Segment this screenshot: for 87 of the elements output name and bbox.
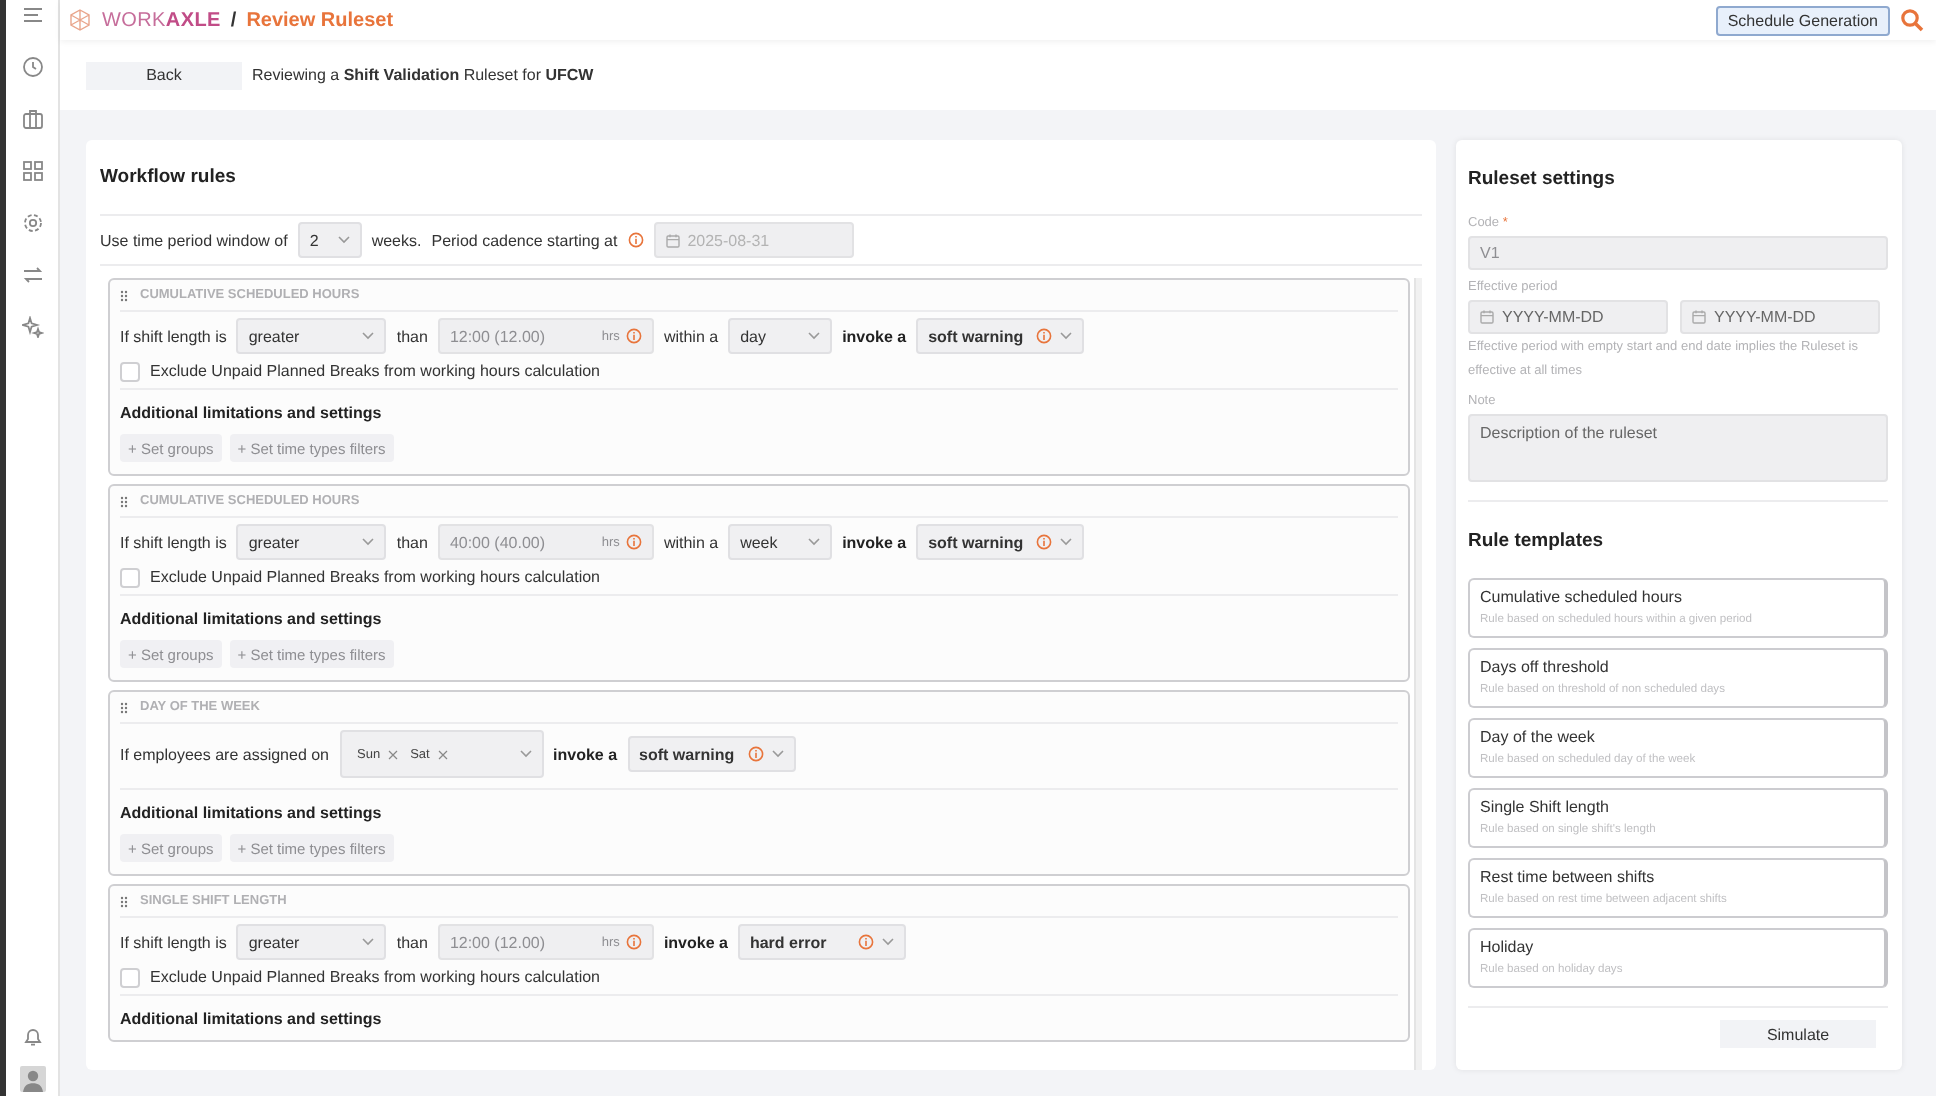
checkbox[interactable] [120,567,140,587]
info-icon [625,534,642,550]
chevron-icon [362,332,375,340]
brand-name: WORKAXLE [102,9,221,31]
condition-label: invoke a [663,933,728,951]
severity-dropdown[interactable]: hard error [737,924,906,960]
dropdown[interactable]: day [728,318,833,354]
calendar-icon [1480,310,1494,324]
bell-icon[interactable] [21,1026,43,1048]
dropdown[interactable]: greater [236,924,387,960]
dropdown[interactable]: greater [236,524,387,560]
chevron-icon [808,538,821,546]
drag-handle-icon[interactable] [120,701,128,713]
severity-dropdown[interactable]: soft warning [627,736,796,772]
info-icon [1036,328,1053,344]
calendar-icon [1692,310,1706,324]
chevron-icon [881,938,894,946]
checkbox-label: Exclude Unpaid Planned Breaks from working hours calculation [150,362,601,380]
search-icon[interactable] [1900,8,1924,32]
chevron-icon [1060,538,1073,546]
panel-title: Rule templates [1468,527,1606,555]
section-heading: Additional limitations and settings [120,802,384,826]
info-icon [627,232,644,248]
condition-text: within a [663,533,719,551]
drag-handle-icon[interactable] [120,289,128,301]
section-heading: Additional limitations and settings [120,1008,384,1032]
cadence-label: Period cadence starting at [431,231,618,249]
chevron-icon [519,750,532,758]
dropdown[interactable]: week [728,524,833,560]
condition-label: invoke a [842,533,907,551]
condition-text: If shift length is [120,533,227,551]
remove-icon[interactable] [437,749,448,759]
checkbox[interactable] [120,361,140,381]
chevron-icon [362,938,375,946]
chevron-icon [771,750,784,758]
severity-dropdown[interactable]: soft warning [916,318,1085,354]
simulate-button[interactable]: Simulate [1720,1020,1876,1048]
info-icon [857,934,874,950]
calendar-icon [665,233,680,247]
period-label: Use time period window of [100,231,288,249]
condition-text: than [396,327,428,345]
condition-text: If shift length is [120,933,227,951]
condition-text: than [396,533,428,551]
dropdown[interactable]: greater [236,318,387,354]
clock-icon[interactable] [21,56,43,78]
swap-arrows-icon[interactable] [21,264,43,286]
period-window-dropdown[interactable]: 2 [297,222,362,258]
chevron-icon [337,236,350,244]
settings-icon[interactable] [21,212,43,234]
info-icon [747,746,764,762]
logo-icon [68,8,92,32]
info-icon [625,328,642,344]
condition-text: than [396,933,428,951]
breadcrumb-separator: / [230,9,237,31]
briefcase-icon[interactable] [21,108,43,130]
info-icon [625,934,642,950]
drag-handle-icon[interactable] [120,895,128,907]
info-icon [1036,534,1053,550]
avatar-icon[interactable] [19,1066,45,1092]
remove-icon[interactable] [388,749,399,759]
back-button[interactable]: Back [86,61,242,89]
severity-dropdown[interactable]: soft warning [916,524,1085,560]
end-date-field[interactable]: YYYY-MM-DD [1680,300,1880,334]
condition-text: within a [663,327,719,345]
start-date-field[interactable]: YYYY-MM-DD [1468,300,1668,334]
drag-handle-icon[interactable] [120,495,128,507]
condition-text: If employees are assigned on [120,745,330,763]
menu-icon[interactable] [21,4,43,26]
checkbox[interactable] [120,967,140,987]
chevron-icon [808,332,821,340]
condition-label: invoke a [842,327,907,345]
condition-label: invoke a [553,745,618,763]
section-heading: Additional limitations and settings [120,402,384,426]
ruleset-description: Reviewing a Shift Validation Ruleset for UFCW [252,66,594,84]
section-heading: Additional limitations and settings [120,608,384,632]
sparkle-icon[interactable] [21,316,43,338]
checkbox-label: Exclude Unpaid Planned Breaks from working hours calculation [150,568,601,586]
period-unit: weeks. [371,231,422,249]
schedule-generation-button[interactable]: Schedule Generation [1715,5,1890,35]
page-title: Review Ruleset [246,9,394,31]
section-title: Workflow rules [100,140,1422,216]
chevron-icon [362,538,375,546]
panel-title: Ruleset settings [1468,165,1617,193]
condition-text: If shift length is [120,327,227,345]
checkbox-label: Exclude Unpaid Planned Breaks from working hours calculation [150,968,601,986]
chevron-icon [1060,332,1073,340]
grid-icon[interactable] [21,160,43,182]
